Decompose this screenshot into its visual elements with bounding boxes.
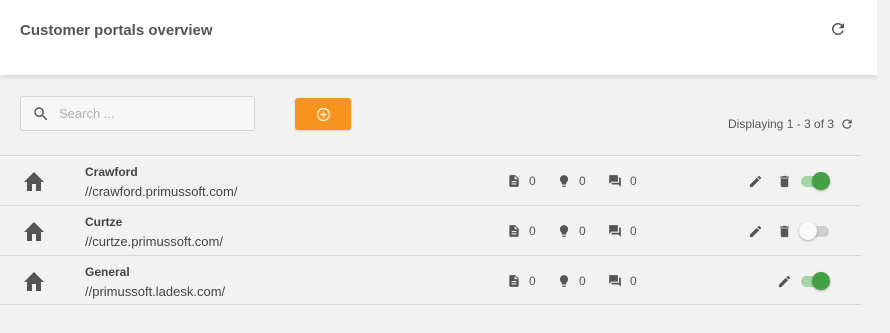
messages-count: 0 <box>630 274 637 288</box>
portal-row[interactable]: General //primussoft.ladesk.com/ 0 0 0 <box>0 255 861 305</box>
docs-count: 0 <box>529 174 536 188</box>
portal-name: Curtze <box>85 215 123 229</box>
ideas-stat: 0 <box>557 174 586 188</box>
chat-icon <box>609 275 621 287</box>
enabled-toggle[interactable] <box>799 172 830 190</box>
ideas-count: 0 <box>579 224 586 238</box>
docs-count: 0 <box>529 274 536 288</box>
edit-icon[interactable] <box>748 174 763 189</box>
chat-icon <box>609 175 621 187</box>
delete-icon[interactable] <box>777 224 792 239</box>
docs-stat: 0 <box>507 224 536 238</box>
portal-url: //crawford.primussoft.com/ <box>85 184 238 199</box>
home-icon <box>24 222 44 241</box>
chat-icon <box>609 225 621 237</box>
messages-stat: 0 <box>608 224 637 238</box>
portal-row[interactable]: Crawford //crawford.primussoft.com/ 0 0 … <box>0 155 861 205</box>
add-portal-button[interactable] <box>295 98 351 130</box>
search-box <box>20 96 255 131</box>
lightbulb-icon <box>559 225 569 237</box>
enabled-toggle[interactable] <box>799 272 830 290</box>
edit-icon[interactable] <box>777 274 792 289</box>
document-icon <box>509 175 519 187</box>
edit-icon[interactable] <box>748 224 763 239</box>
document-icon <box>509 225 519 237</box>
portal-name: General <box>85 265 130 279</box>
page-title: Customer portals overview <box>20 22 213 39</box>
refresh-list-icon[interactable] <box>840 117 854 131</box>
ideas-stat: 0 <box>557 224 586 238</box>
portal-row[interactable]: Curtze //curtze.primussoft.com/ 0 0 0 <box>0 205 861 255</box>
portal-url: //curtze.primussoft.com/ <box>85 234 223 249</box>
portal-name: Crawford <box>85 165 138 179</box>
search-icon <box>34 107 48 121</box>
document-icon <box>509 275 519 287</box>
home-icon <box>24 272 44 291</box>
paging-text: Displaying 1 - 3 of 3 <box>728 117 835 131</box>
delete-icon[interactable] <box>777 174 792 189</box>
page-header: Customer portals overview <box>0 0 877 75</box>
messages-stat: 0 <box>608 274 637 288</box>
plus-circle-icon <box>316 107 330 121</box>
docs-count: 0 <box>529 224 536 238</box>
docs-stat: 0 <box>507 274 536 288</box>
enabled-toggle[interactable] <box>799 222 830 240</box>
messages-count: 0 <box>630 174 637 188</box>
portal-list: Crawford //crawford.primussoft.com/ 0 0 … <box>0 155 861 305</box>
paging-info: Displaying 1 - 3 of 3 <box>728 117 854 131</box>
home-icon <box>24 172 44 191</box>
scrollbar[interactable] <box>877 0 890 333</box>
search-input[interactable] <box>59 98 249 129</box>
messages-stat: 0 <box>608 174 637 188</box>
messages-count: 0 <box>630 224 637 238</box>
ideas-count: 0 <box>579 174 586 188</box>
docs-stat: 0 <box>507 174 536 188</box>
lightbulb-icon <box>559 175 569 187</box>
refresh-icon[interactable] <box>829 20 847 38</box>
lightbulb-icon <box>559 275 569 287</box>
ideas-count: 0 <box>579 274 586 288</box>
ideas-stat: 0 <box>557 274 586 288</box>
portal-url: //primussoft.ladesk.com/ <box>85 284 226 299</box>
